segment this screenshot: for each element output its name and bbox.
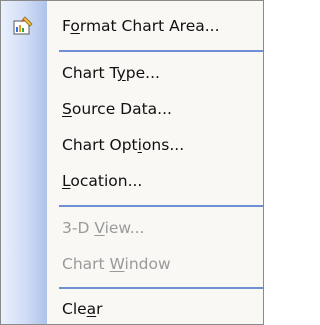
menu-item-chart-window: Chart Window	[1, 246, 263, 282]
menu-item-label: Format Chart Area...	[62, 17, 220, 35]
menu-item-format-chart-area[interactable]: Format Chart Area...	[1, 8, 263, 44]
menu-item-chart-type[interactable]: Chart Type...	[1, 55, 263, 91]
menu-item-label: Chart Window	[62, 255, 171, 273]
menu-item-3d-view: 3-D View...	[1, 210, 263, 246]
menu-item-label: Clear	[62, 300, 103, 318]
menu-separator	[59, 205, 263, 207]
menu-item-label: Source Data...	[62, 100, 172, 118]
menu-item-location[interactable]: Location...	[1, 163, 263, 199]
menu-separator	[59, 287, 263, 289]
format-chart-area-icon	[13, 16, 33, 35]
menu-item-chart-options[interactable]: Chart Options...	[1, 127, 263, 163]
menu-separator	[59, 50, 263, 52]
menu-item-clear[interactable]: Clear	[1, 291, 263, 324]
menu-item-label: 3-D View...	[62, 219, 145, 237]
menu-item-label: Chart Type...	[62, 64, 160, 82]
menu-item-label: Location...	[62, 172, 143, 190]
chart-context-menu: Format Chart Area... Chart Type... Sourc…	[0, 0, 264, 325]
menu-item-source-data[interactable]: Source Data...	[1, 91, 263, 127]
menu-item-label: Chart Options...	[62, 136, 185, 154]
